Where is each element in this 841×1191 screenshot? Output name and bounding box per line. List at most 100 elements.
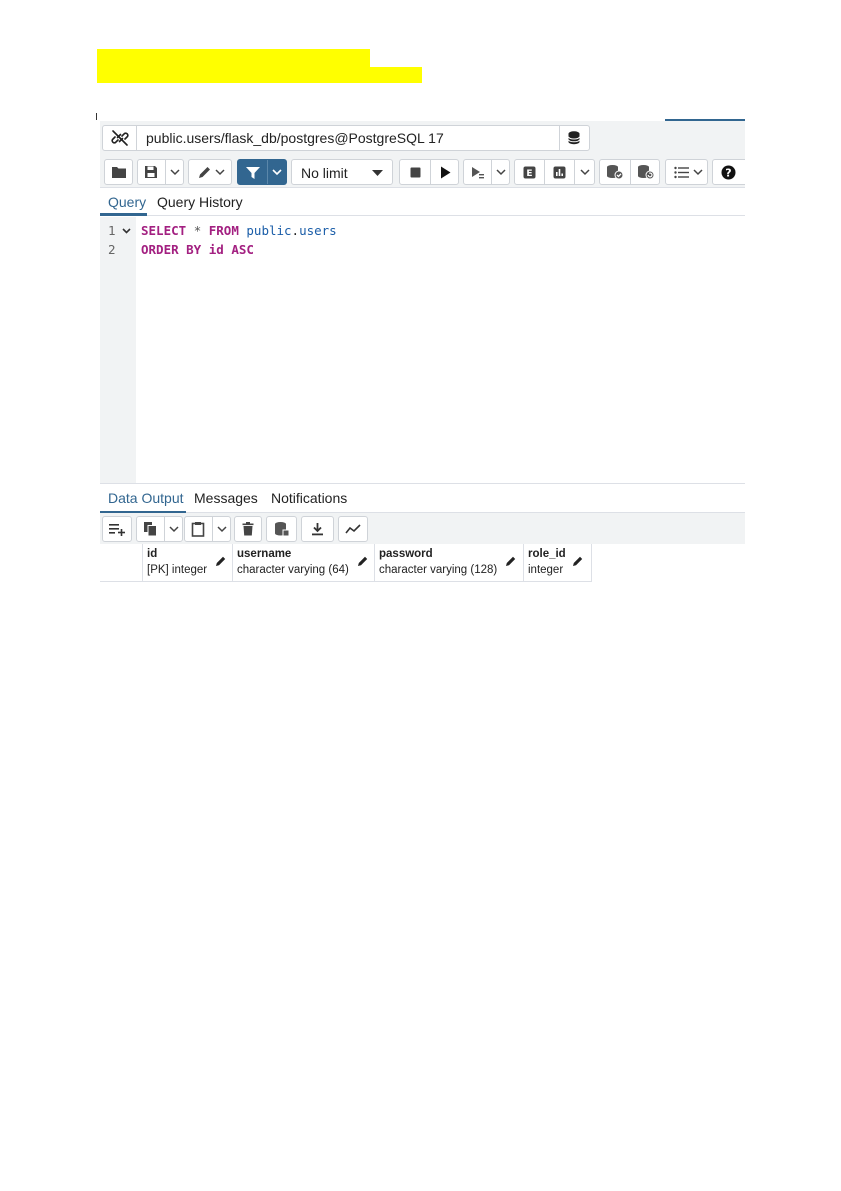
copy-icon <box>144 522 157 537</box>
database-icon <box>568 131 580 145</box>
pencil-icon[interactable] <box>572 555 584 567</box>
open-file-button[interactable] <box>104 159 133 185</box>
execute-options-button[interactable] <box>463 159 510 185</box>
delete-row-button[interactable] <box>234 516 262 542</box>
column-name: username <box>237 548 292 560</box>
query-toolbar: No limit E ? <box>100 156 745 188</box>
chevron-down-icon <box>496 169 506 176</box>
column-header-id[interactable]: id [PK] integer <box>143 544 233 582</box>
code-line: SELECT * FROM public.users <box>141 223 337 238</box>
rollback-button[interactable] <box>631 160 660 184</box>
sql-editor[interactable]: 1 2 SELECT * FROM public.users ORDER BY … <box>100 217 745 483</box>
tab-query[interactable]: Query <box>108 194 146 210</box>
execute-button[interactable] <box>431 160 459 184</box>
fold-chevron-icon[interactable] <box>122 228 131 234</box>
help-button[interactable]: ? <box>712 159 745 185</box>
commit-icon <box>607 165 624 180</box>
highlight-mark <box>97 49 370 67</box>
paste-button[interactable] <box>184 516 231 542</box>
save-data-icon <box>274 522 289 537</box>
chevron-down-icon <box>693 169 703 176</box>
stop-button[interactable] <box>400 160 430 184</box>
sql-keyword: SELECT <box>141 223 187 238</box>
download-icon <box>312 523 323 536</box>
column-name: id <box>147 548 158 560</box>
column-header-role-id[interactable]: role_id integer <box>524 544 592 582</box>
column-type: character varying (128) <box>379 564 498 576</box>
play-icon <box>440 166 450 178</box>
tab-data-output[interactable]: Data Output <box>108 490 184 506</box>
row-limit-value: No limit <box>301 165 348 181</box>
column-header-username[interactable]: username character varying (64) <box>233 544 375 582</box>
sql-schema: public <box>246 223 292 238</box>
code-line: ORDER BY id ASC <box>141 242 254 257</box>
macros-button[interactable] <box>665 159 708 185</box>
query-tool-panel: public.users/flask_db/postgres@PostgreSQ… <box>100 121 745 586</box>
row-limit-select[interactable]: No limit <box>291 159 393 185</box>
connection-bar: public.users/flask_db/postgres@PostgreSQ… <box>100 121 745 156</box>
edit-icon <box>199 167 210 178</box>
tab-messages[interactable]: Messages <box>194 490 258 506</box>
explain-analyze-button[interactable] <box>545 160 574 184</box>
output-tabs: Data Output Messages Notifications <box>100 483 745 513</box>
sql-table: users <box>299 223 337 238</box>
chevron-down-icon <box>272 169 282 176</box>
stop-icon <box>410 167 420 177</box>
explain-icon: E <box>523 166 536 179</box>
add-row-icon <box>109 524 125 536</box>
sql-keyword: ASC <box>231 242 254 257</box>
execute-script-icon <box>472 167 484 179</box>
pencil-icon[interactable] <box>357 555 369 567</box>
download-button[interactable] <box>301 516 334 542</box>
sql-keyword: FROM <box>208 223 239 238</box>
line-chart-icon <box>345 524 361 534</box>
list-icon <box>674 166 689 179</box>
execution-button-group <box>399 159 459 185</box>
line-number: 1 <box>108 223 116 238</box>
explain-button[interactable]: E <box>515 160 544 184</box>
filter-button[interactable] <box>237 159 287 185</box>
edit-menu-button[interactable] <box>188 159 232 185</box>
explain-button-group: E <box>514 159 595 185</box>
save-data-button[interactable] <box>266 516 297 542</box>
tick-mark <box>96 113 97 120</box>
connection-status-icon[interactable] <box>103 126 137 150</box>
clipboard-icon <box>191 522 205 537</box>
tab-notifications[interactable]: Notifications <box>271 490 347 506</box>
sql-operator: * <box>193 223 202 238</box>
sql-column: id <box>208 242 224 257</box>
line-gutter: 1 2 <box>100 217 136 483</box>
rollback-icon <box>637 165 654 180</box>
caret-down-icon <box>372 170 383 176</box>
active-tab-indicator <box>100 213 147 216</box>
save-icon <box>145 166 157 178</box>
output-toolbar <box>100 513 745 544</box>
chevron-down-icon <box>215 169 225 176</box>
new-connection-button[interactable] <box>559 126 590 150</box>
chevron-down-icon <box>169 526 179 533</box>
column-type: character varying (64) <box>237 564 349 576</box>
transaction-button-group <box>599 159 660 185</box>
highlight-mark <box>97 67 422 83</box>
svg-text:E: E <box>526 169 532 179</box>
connection-label: public.users/flask_db/postgres@PostgreSQ… <box>146 130 444 146</box>
column-header-password[interactable]: password character varying (128) <box>375 544 524 582</box>
chevron-down-icon <box>580 169 590 176</box>
pencil-icon[interactable] <box>215 555 227 567</box>
tab-query-history[interactable]: Query History <box>157 194 243 210</box>
trash-icon <box>242 522 254 536</box>
chevron-down-icon <box>170 169 180 176</box>
connection-selector[interactable]: public.users/flask_db/postgres@PostgreSQ… <box>102 125 590 151</box>
commit-button[interactable] <box>600 160 630 184</box>
save-file-button[interactable] <box>137 159 184 185</box>
filter-icon <box>246 167 260 179</box>
copy-button[interactable] <box>136 516 183 542</box>
graph-visualiser-button[interactable] <box>338 516 368 542</box>
sql-keyword: ORDER BY <box>141 242 202 257</box>
pencil-icon[interactable] <box>505 555 517 567</box>
column-type: integer <box>528 564 564 576</box>
explain-analyze-icon <box>553 166 566 178</box>
add-row-button[interactable] <box>102 516 132 542</box>
query-tabs: Query Query History <box>100 188 745 216</box>
column-name: role_id <box>528 548 566 560</box>
